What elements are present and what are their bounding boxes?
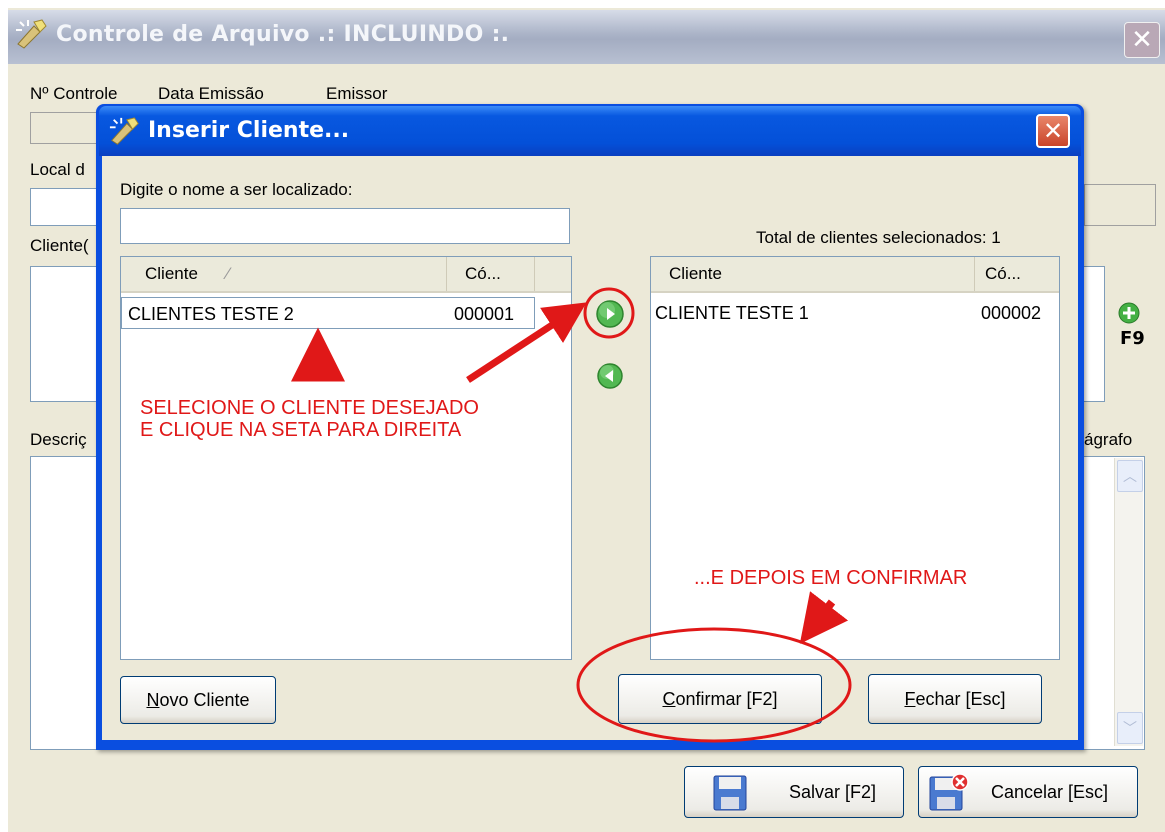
annotation-arrow-down-icon — [799, 591, 849, 644]
annotation-confirm: ...E DEPOIS EM CONFIRMAR — [694, 567, 968, 589]
annotation-circle-arrow — [583, 287, 635, 339]
annotation-arrow-diagonal-icon — [466, 302, 587, 383]
annotation-select-line2: E CLIQUE NA SETA PARA DIREITA — [140, 419, 462, 441]
annotation-ellipse-confirm — [576, 627, 852, 743]
